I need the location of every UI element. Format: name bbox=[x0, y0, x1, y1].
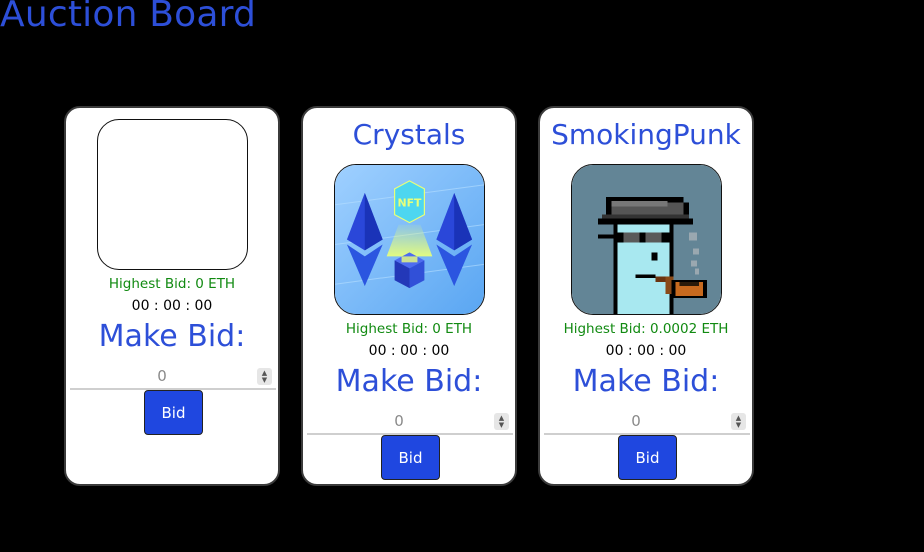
nft-image-blank bbox=[97, 119, 248, 270]
page-title: Auction Board bbox=[0, 0, 257, 35]
nft-image-crystals: NFT bbox=[334, 164, 485, 315]
auction-card: Crystals NFT Highest Bid: 0 ETH 00: 00 … bbox=[301, 106, 517, 486]
make-bid-label: Make Bid: bbox=[572, 364, 720, 399]
make-bid-label: Make Bid: bbox=[335, 364, 483, 399]
chevron-down-icon[interactable]: ▼ bbox=[262, 376, 267, 384]
chevron-down-icon[interactable]: ▼ bbox=[736, 421, 741, 429]
nft-image-smokingpunk bbox=[571, 164, 722, 315]
auction-board: Auction Board Highest Bid: 0 ETH 00 : 00… bbox=[0, 0, 924, 552]
auction-card: SmokingPunk Highest Bid: 0.0002 ETH 00:… bbox=[538, 106, 754, 486]
bid-button[interactable]: Bid bbox=[144, 390, 203, 435]
bid-amount-input[interactable] bbox=[544, 409, 728, 433]
bid-button[interactable]: Bid bbox=[381, 435, 440, 480]
highest-bid: Highest Bid: 0 ETH bbox=[345, 321, 473, 337]
bid-input-field: ▲ ▼ bbox=[307, 409, 513, 435]
ethereum-crystals-icon: NFT bbox=[335, 165, 484, 314]
chevron-down-icon[interactable]: ▼ bbox=[499, 421, 504, 429]
make-bid-label: Make Bid: bbox=[98, 319, 246, 354]
bid-amount-input[interactable] bbox=[307, 409, 491, 433]
bid-input-field: ▲ ▼ bbox=[544, 409, 750, 435]
number-stepper[interactable]: ▲ ▼ bbox=[257, 368, 272, 385]
number-stepper[interactable]: ▲ ▼ bbox=[731, 413, 746, 430]
bid-amount-input[interactable] bbox=[70, 364, 254, 388]
countdown-timer: 00 : 00 : 00 bbox=[368, 343, 450, 359]
pixel-punk-icon bbox=[572, 165, 721, 314]
highest-bid: Highest Bid: 0.0002 ETH bbox=[563, 321, 729, 337]
svg-text:NFT: NFT bbox=[397, 197, 422, 210]
nft-name: Crystals bbox=[352, 118, 466, 151]
nft-name: SmokingPunk bbox=[551, 118, 741, 151]
bid-button[interactable]: Bid bbox=[618, 435, 677, 480]
countdown-timer: 00 : 00 : 00 bbox=[131, 298, 213, 314]
number-stepper[interactable]: ▲ ▼ bbox=[494, 413, 509, 430]
auction-card: Highest Bid: 0 ETH 00 : 00 : 00 Make Bid… bbox=[64, 106, 280, 486]
highest-bid: Highest Bid: 0 ETH bbox=[108, 276, 236, 292]
countdown-timer: 00 : 00 : 00 bbox=[605, 343, 687, 359]
bid-input-field: ▲ ▼ bbox=[70, 364, 276, 390]
